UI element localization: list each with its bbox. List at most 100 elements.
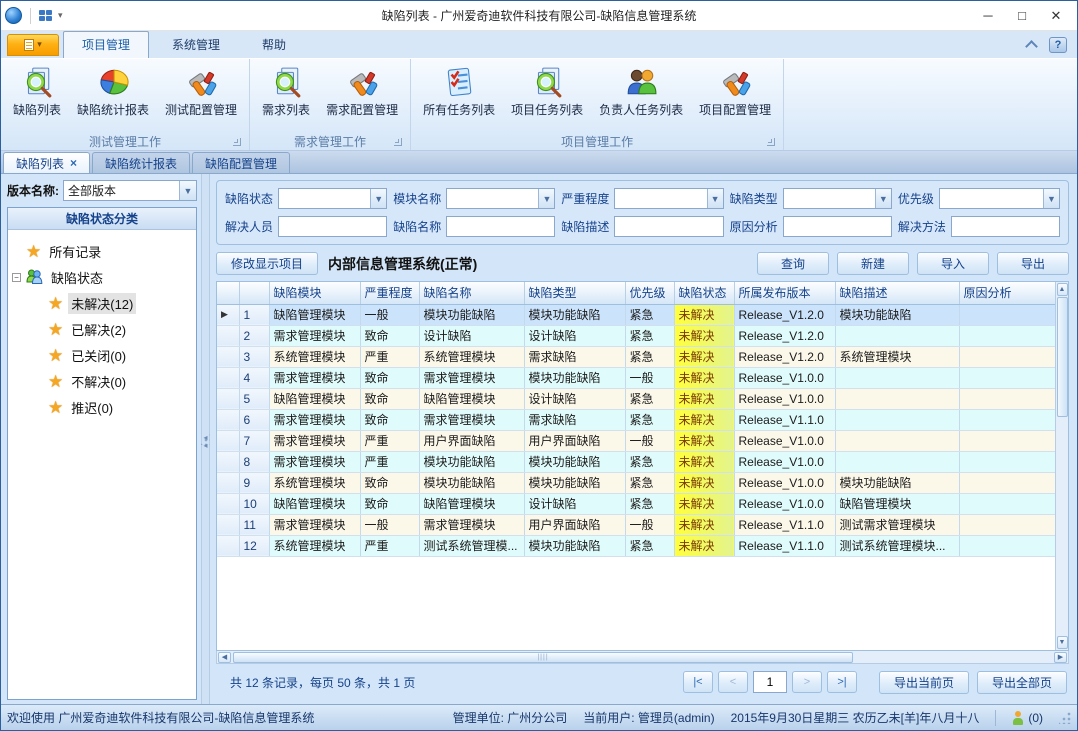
row-number[interactable]: 7 (239, 430, 269, 451)
cell-severity[interactable]: 严重 (360, 535, 419, 556)
first-page-button[interactable]: |< (683, 671, 713, 693)
tree-item-all-records[interactable]: ★ 所有记录 (12, 238, 192, 264)
requirement-list-button[interactable]: 需求列表 (256, 63, 316, 132)
cell-severity[interactable]: 致命 (360, 409, 419, 430)
cell-type[interactable]: 模块功能缺陷 (524, 451, 625, 472)
col-header-type[interactable]: 缺陷类型 (524, 282, 625, 304)
cell-type[interactable]: 模块功能缺陷 (524, 304, 625, 325)
filter-input[interactable] (951, 216, 1060, 237)
cell-module[interactable]: 缺陷管理模块 (269, 304, 360, 325)
cell-module[interactable]: 需求管理模块 (269, 325, 360, 346)
cell-severity[interactable]: 致命 (360, 367, 419, 388)
cell-cause[interactable] (959, 346, 1055, 367)
filter-select[interactable]: ▼ (783, 188, 892, 209)
cell-cause[interactable] (959, 472, 1055, 493)
cell-priority[interactable]: 紧急 (625, 535, 674, 556)
vertical-scrollbar[interactable]: ▲ ▼ (1055, 282, 1068, 650)
cell-desc[interactable] (835, 367, 959, 388)
cell-name[interactable]: 需求管理模块 (419, 514, 524, 535)
cell-desc[interactable]: 模块功能缺陷 (835, 304, 959, 325)
cell-severity[interactable]: 致命 (360, 493, 419, 514)
cell-release[interactable]: Release_V1.0.0 (734, 430, 835, 451)
table-row[interactable]: 5缺陷管理模块致命缺陷管理模块设计缺陷紧急未解决Release_V1.0.0 (217, 388, 1055, 409)
row-number[interactable]: 5 (239, 388, 269, 409)
cell-priority[interactable]: 紧急 (625, 388, 674, 409)
table-row[interactable]: 6需求管理模块致命需求管理模块需求缺陷紧急未解决Release_V1.1.0 (217, 409, 1055, 430)
col-header-release[interactable]: 所属发布版本 (734, 282, 835, 304)
horizontal-scrollbar[interactable]: ◀ |||| ▶ (216, 651, 1069, 664)
cell-cause[interactable] (959, 451, 1055, 472)
cell-name[interactable]: 模块功能缺陷 (419, 472, 524, 493)
cell-priority[interactable]: 一般 (625, 514, 674, 535)
row-indicator[interactable] (217, 535, 239, 556)
cell-priority[interactable]: 紧急 (625, 472, 674, 493)
message-indicator[interactable]: (0) (1012, 711, 1043, 725)
cell-severity[interactable]: 严重 (360, 451, 419, 472)
row-number[interactable]: 4 (239, 367, 269, 388)
cell-status[interactable]: 未解决 (674, 451, 734, 472)
cell-type[interactable]: 需求缺陷 (524, 346, 625, 367)
tree-item-wont-fix[interactable]: ★ 不解决(0) (12, 368, 192, 394)
cell-release[interactable]: Release_V1.2.0 (734, 346, 835, 367)
col-header-module[interactable]: 缺陷模块 (269, 282, 360, 304)
cell-release[interactable]: Release_V1.1.0 (734, 409, 835, 430)
cell-severity[interactable]: 致命 (360, 472, 419, 493)
row-indicator[interactable] (217, 430, 239, 451)
cell-severity[interactable]: 一般 (360, 304, 419, 325)
scroll-up-icon[interactable]: ▲ (1057, 283, 1068, 296)
collapse-node-icon[interactable]: − (12, 273, 21, 282)
row-indicator[interactable] (217, 472, 239, 493)
cell-release[interactable]: Release_V1.1.0 (734, 514, 835, 535)
cell-module[interactable]: 系统管理模块 (269, 535, 360, 556)
filter-text-input[interactable] (447, 218, 554, 235)
cell-module[interactable]: 系统管理模块 (269, 472, 360, 493)
cell-cause[interactable] (959, 430, 1055, 451)
dialog-launcher-icon[interactable] (767, 138, 775, 146)
ribbon-tab-project[interactable]: 项目管理 (63, 31, 149, 58)
cell-type[interactable]: 模块功能缺陷 (524, 367, 625, 388)
cell-type[interactable]: 设计缺陷 (524, 325, 625, 346)
cell-cause[interactable] (959, 304, 1055, 325)
dialog-launcher-icon[interactable] (394, 138, 402, 146)
cell-desc[interactable]: 测试需求管理模块 (835, 514, 959, 535)
cell-name[interactable]: 模块功能缺陷 (419, 304, 524, 325)
filter-text-input[interactable] (615, 218, 722, 235)
filter-text-input[interactable] (615, 190, 706, 207)
all-tasks-button[interactable]: 所有任务列表 (417, 63, 501, 132)
cell-severity[interactable]: 致命 (360, 388, 419, 409)
scrollbar-thumb[interactable] (1057, 297, 1068, 417)
table-row[interactable]: 12系统管理模块严重测试系统管理模...模块功能缺陷紧急未解决Release_V… (217, 535, 1055, 556)
export-current-page-button[interactable]: 导出当前页 (879, 671, 969, 694)
cell-module[interactable]: 缺陷管理模块 (269, 388, 360, 409)
cell-type[interactable]: 模块功能缺陷 (524, 535, 625, 556)
row-number[interactable]: 8 (239, 451, 269, 472)
owner-tasks-button[interactable]: 负责人任务列表 (593, 63, 689, 132)
cell-status[interactable]: 未解决 (674, 304, 734, 325)
cell-name[interactable]: 缺陷管理模块 (419, 493, 524, 514)
tree-item-defect-status[interactable]: − 缺陷状态 (12, 264, 192, 290)
cell-name[interactable]: 测试系统管理模... (419, 535, 524, 556)
filter-text-input[interactable] (279, 190, 370, 207)
cell-severity[interactable]: 致命 (360, 325, 419, 346)
doc-tab-defect-config[interactable]: 缺陷配置管理 (192, 152, 290, 173)
scroll-left-icon[interactable]: ◀ (218, 652, 231, 663)
help-icon[interactable]: ? (1049, 37, 1067, 53)
row-number[interactable]: 9 (239, 472, 269, 493)
cell-release[interactable]: Release_V1.0.0 (734, 451, 835, 472)
chevron-down-icon[interactable]: ▼ (538, 189, 554, 208)
cell-name[interactable]: 缺陷管理模块 (419, 388, 524, 409)
cell-status[interactable]: 未解决 (674, 493, 734, 514)
cell-module[interactable]: 需求管理模块 (269, 430, 360, 451)
row-number[interactable]: 12 (239, 535, 269, 556)
cell-status[interactable]: 未解决 (674, 346, 734, 367)
cell-cause[interactable] (959, 493, 1055, 514)
cell-cause[interactable] (959, 325, 1055, 346)
row-number[interactable]: 6 (239, 409, 269, 430)
scroll-down-icon[interactable]: ▼ (1057, 636, 1068, 649)
cell-status[interactable]: 未解决 (674, 367, 734, 388)
cell-desc[interactable] (835, 451, 959, 472)
row-indicator[interactable] (217, 325, 239, 346)
prev-page-button[interactable]: < (718, 671, 748, 693)
table-row[interactable]: 10缺陷管理模块致命缺陷管理模块设计缺陷紧急未解决Release_V1.0.0缺… (217, 493, 1055, 514)
chevron-down-icon[interactable]: ▼ (1043, 189, 1059, 208)
